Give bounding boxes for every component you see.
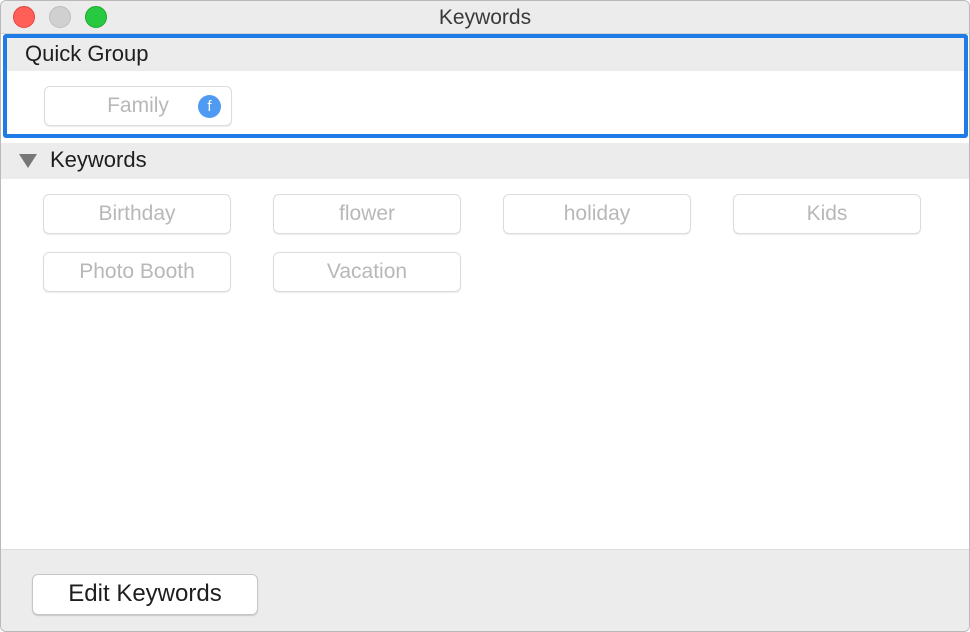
keyword-tag[interactable]: holiday: [503, 194, 691, 234]
window-title: Keywords: [438, 6, 532, 29]
quick-group-title: Quick Group: [25, 41, 149, 66]
footer-bar: Edit Keywords: [1, 549, 969, 631]
disclosure-triangle-icon[interactable]: [19, 154, 37, 168]
title-bar: Keywords: [1, 1, 969, 34]
quick-group-keyword-family[interactable]: Family f: [44, 86, 232, 126]
keywords-window: Keywords Quick Group Family f Keywords B…: [0, 0, 970, 632]
keyword-tag[interactable]: flower: [273, 194, 461, 234]
keyword-tag[interactable]: Photo Booth: [43, 252, 231, 292]
keyword-tag[interactable]: Vacation: [273, 252, 461, 292]
quick-group-header: Quick Group: [7, 38, 964, 71]
keyword-label: Family: [107, 94, 169, 117]
keyword-tag[interactable]: Birthday: [43, 194, 231, 234]
edit-keywords-button[interactable]: Edit Keywords: [32, 574, 258, 615]
keyword-tag[interactable]: Kids: [733, 194, 921, 234]
keywords-title: Keywords: [50, 147, 147, 172]
keywords-header: Keywords: [1, 143, 969, 179]
quick-group-section: Quick Group Family f: [3, 34, 968, 138]
shortcut-badge: f: [198, 95, 221, 118]
